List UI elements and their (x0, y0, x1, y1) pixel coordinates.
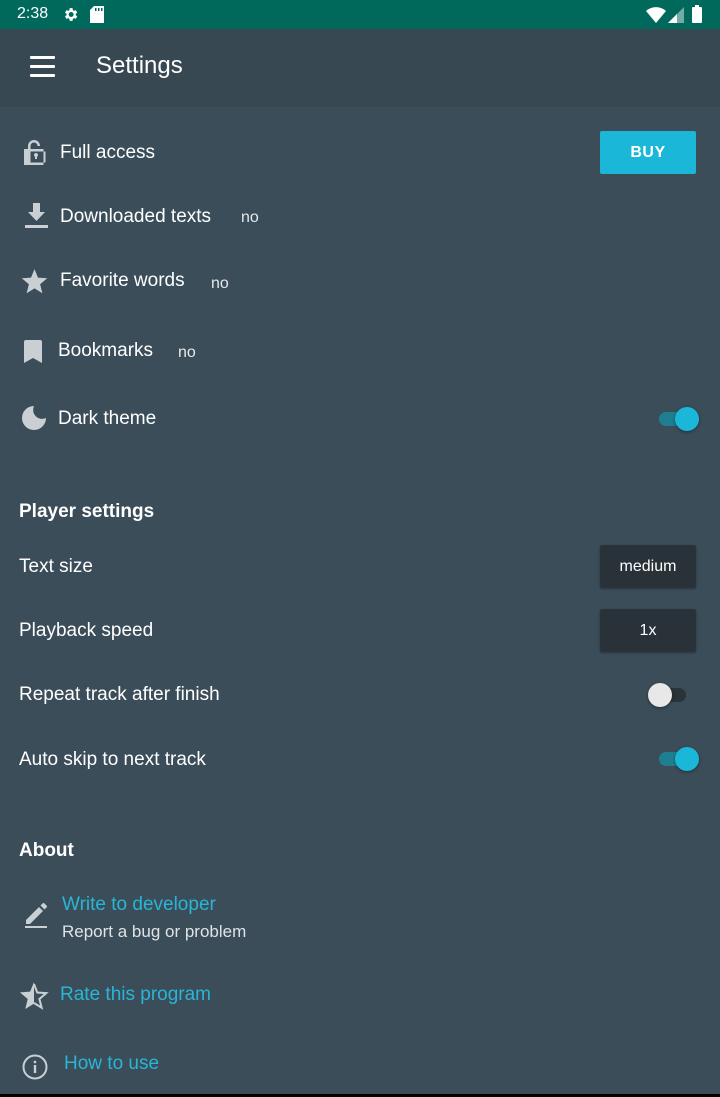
menu-icon[interactable] (30, 56, 56, 78)
auto-skip-label: Auto skip to next track (19, 749, 206, 770)
text-size-label: Text size (19, 556, 93, 577)
lock-icon (24, 139, 48, 170)
download-icon (25, 203, 48, 234)
status-time: 2:38 (17, 5, 49, 22)
player-settings-header: Player settings (19, 501, 155, 522)
rate-program-link[interactable]: Rate this program (60, 984, 211, 1006)
dark-theme-label: Dark theme (58, 408, 157, 429)
repeat-track-toggle[interactable] (648, 682, 692, 708)
buy-button[interactable]: BUY (600, 131, 696, 174)
signal-icon (668, 7, 684, 28)
playback-speed-label: Playback speed (19, 620, 154, 641)
repeat-track-label: Repeat track after finish (19, 684, 220, 705)
downloaded-texts-label: Downloaded texts (60, 206, 212, 227)
moon-icon (22, 406, 46, 435)
playback-speed-button[interactable]: 1x (600, 609, 696, 652)
favorite-words-label: Favorite words (60, 270, 185, 291)
full-access-label: Full access (60, 142, 156, 163)
wifi-icon (646, 7, 666, 28)
write-developer-link[interactable]: Write to developer (62, 894, 216, 916)
downloaded-texts-value: no (241, 209, 259, 226)
auto-skip-toggle[interactable] (655, 746, 699, 772)
bookmarks-label: Bookmarks (58, 340, 154, 361)
bookmarks-value: no (178, 344, 196, 361)
info-icon (22, 1054, 48, 1085)
text-size-button[interactable]: medium (600, 545, 696, 588)
bookmark-icon (24, 340, 42, 368)
half-star-icon (19, 982, 49, 1016)
page-title: Settings (96, 52, 183, 79)
battery-icon (692, 5, 702, 28)
write-developer-sublabel: Report a bug or problem (62, 922, 247, 941)
how-to-use-link[interactable]: How to use (64, 1053, 159, 1075)
sd-card-icon (90, 6, 104, 28)
dark-theme-toggle[interactable] (655, 406, 699, 432)
about-header: About (19, 840, 74, 861)
favorite-words-value: no (211, 275, 229, 292)
status-bar: 2:38 (0, 0, 720, 29)
gear-icon (62, 6, 79, 28)
pencil-icon (24, 902, 50, 933)
star-icon (21, 269, 48, 300)
